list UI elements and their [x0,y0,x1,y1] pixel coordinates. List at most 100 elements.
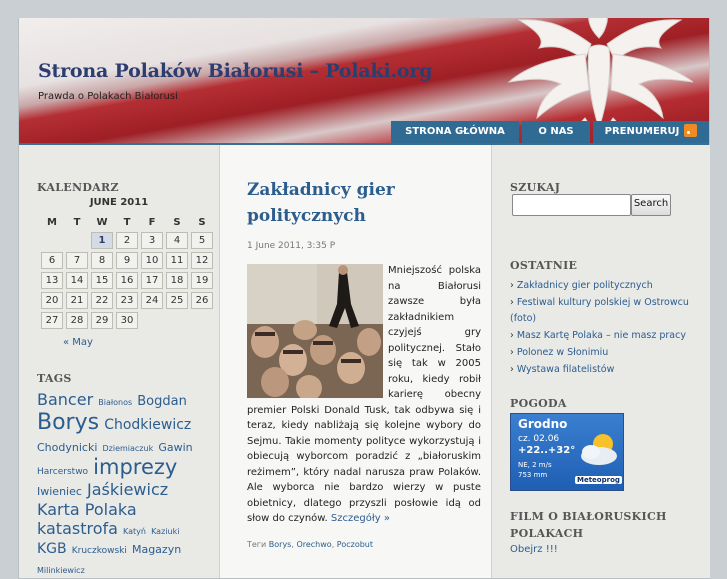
calendar-empty-cell [66,232,88,249]
page-wrapper: Strona Polaków Białorusi – Polaki.org Pr… [18,18,710,579]
calendar-day: 30 [116,312,138,329]
calendar-day: 26 [191,292,213,309]
recent-posts-title: OSTATNIE [510,259,578,272]
post-photo[interactable] [247,264,383,398]
calendar-day: 6 [41,252,63,269]
calendar-day: 29 [91,312,113,329]
post-photo-art [247,264,383,398]
read-more-link[interactable]: Szczegóły » [331,513,390,524]
calendar-day: 22 [91,292,113,309]
calendar-day: 10 [141,252,163,269]
calendar-day: 3 [141,232,163,249]
calendar-day[interactable]: 1 [91,232,113,249]
tag-link[interactable]: Harcerstwo [37,467,88,477]
calendar-day: 28 [66,312,88,329]
nav-about-label: O NAS [538,126,574,137]
tag-link[interactable]: Bancer [37,390,93,409]
weather-widget[interactable]: Grodno cz. 02.06 +22..+32° NE, 2 m/s 753… [510,413,624,491]
calendar-empty-cell [41,232,63,249]
nav-home-label: STRONA GŁÓWNA [405,126,505,137]
recent-posts-list: › Zakładnicy gier politycznych › Festiwa… [510,278,705,379]
nav-item-home[interactable]: STRONA GŁÓWNA [391,121,519,143]
tag-link[interactable]: Kaziuki [151,527,179,536]
calendar-day: 4 [166,232,188,249]
weather-city: Grodno [518,417,568,431]
tag-link[interactable]: Kruczkowski [72,546,127,556]
calendar-day: 21 [66,292,88,309]
post-title[interactable]: Zakładnicy gier politycznych [247,177,487,229]
calendar-day: 15 [91,272,113,289]
tag-link[interactable]: Chodkiewicz [104,417,191,433]
tag-link[interactable]: katastrofa [37,519,118,538]
tag-link[interactable]: Karta Polaka [37,500,137,519]
calendar-weekday: S [173,216,181,228]
calendar-weekday: S [198,216,206,228]
tag-link[interactable]: Gawin [158,441,192,454]
film-title: FILM O BIAŁORUSKICH POLAKACH [510,510,667,540]
calendar-title: KALENDARZ [37,181,119,194]
tag-link[interactable]: KGB [37,541,67,557]
calendar-weekday: F [148,216,156,228]
calendar-weekday: T [123,216,131,228]
calendar-grid: MTWTFSS 1 2 3 4 5 6 7 8 9 10 11 12 13 14 15 16 17 18 19 20 2… [38,212,216,332]
nav-item-subscribe[interactable]: PRENUMERUJ [593,121,709,143]
tag-link[interactable]: Katyń [123,527,146,536]
calendar-day: 19 [191,272,213,289]
main-content: Zakładnicy gier politycznych 1 June 2011… [236,145,491,578]
calendar-weekday: M [47,216,57,228]
recent-post-item[interactable]: › Masz Kartę Polaka – nie masz pracy [510,328,705,344]
tag-link[interactable]: Chodynicki [37,441,97,454]
search-input[interactable] [512,194,631,216]
calendar-day: 25 [166,292,188,309]
meteoprog-logo: Meteoprog [575,476,622,484]
calendar-day: 16 [116,272,138,289]
calendar-day: 24 [141,292,163,309]
tag-cloud: Bancer Białonos Bogdan Borys Chodkiewicz… [37,390,213,577]
tags-title: TAGS [37,372,72,385]
weather-pressure: 753 mm [518,471,548,479]
calendar-day: 2 [116,232,138,249]
calendar-empty-cell [141,312,163,329]
recent-post-item[interactable]: › Wystawa filatelistów [510,362,705,378]
recent-post-item[interactable]: › Festiwal kultury polskiej w Ostrowcu (… [510,295,705,327]
weather-wind: NE, 2 m/s [518,461,552,469]
tag-link[interactable]: Iwieniec [37,485,82,498]
sun-cloud-icon [581,434,617,465]
post-date: 1 June 2011, 3:35 P [247,241,336,251]
site-description: Prawda o Polakach Białorusi [38,91,178,102]
tag-link[interactable]: Białonos [98,398,132,407]
weather-date: cz. 02.06 [518,434,560,444]
calendar-day: 8 [91,252,113,269]
calendar-day: 9 [116,252,138,269]
weather-title: POGODA [510,397,567,410]
film-link[interactable]: Obejrz !!! [510,544,558,555]
tag-link[interactable]: Dziemiaczuk [102,444,153,453]
calendar-day: 20 [41,292,63,309]
calendar-day: 23 [116,292,138,309]
recent-post-item[interactable]: › Polonez w Słonimiu [510,345,705,361]
tag-link[interactable]: Borys [37,410,99,435]
right-sidebar: SZUKAJ Search OSTATNIE › Zakładnicy gier… [491,145,710,578]
calendar-day: 12 [191,252,213,269]
site-header: Strona Polaków Białorusi – Polaki.org Pr… [19,18,709,145]
calendar-day: 13 [41,272,63,289]
tag-link[interactable]: Milinkiewicz [37,566,85,575]
search-button[interactable]: Search [631,194,671,216]
nav-subscribe-label: PRENUMERUJ [604,126,680,137]
calendar-empty-cell [166,312,188,329]
calendar-weekday: T [73,216,81,228]
calendar-day: 5 [191,232,213,249]
nav-item-about[interactable]: O NAS [522,121,590,143]
tag-link[interactable]: Jaśkiewicz [87,480,168,499]
tag-link[interactable]: Bogdan [137,394,187,409]
calendar-weekday: W [96,216,108,228]
recent-post-item[interactable]: › Zakładnicy gier politycznych [510,278,705,294]
left-sidebar: KALENDARZ JUNE 2011 MTWTFSS 1 2 3 4 5 6 7 8 9 10 1… [19,145,220,578]
tag-link[interactable]: imprezy [93,455,177,479]
calendar-prev-month-link[interactable]: « May [63,337,93,348]
rss-icon[interactable] [684,123,698,137]
calendar-day: 14 [66,272,88,289]
search-title: SZUKAJ [510,181,561,194]
calendar-empty-cell [191,312,213,329]
site-title[interactable]: Strona Polaków Białorusi – Polaki.org [38,60,432,82]
